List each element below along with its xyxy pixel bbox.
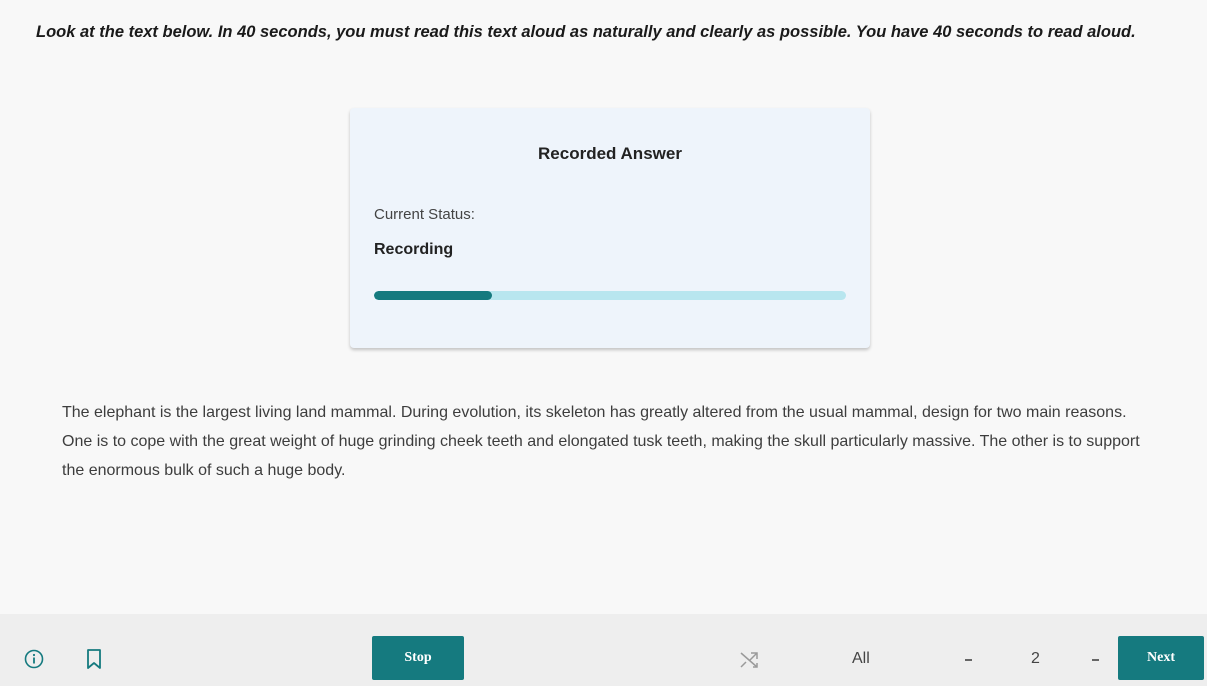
stop-button[interactable]: Stop [372, 636, 464, 680]
status-label: Current Status: [374, 206, 475, 223]
instructions-text: Look at the text below. In 40 seconds, y… [36, 23, 1136, 41]
chevron-down-icon [1092, 659, 1099, 661]
recording-progress-bar [374, 291, 846, 300]
recording-progress-fill [374, 291, 492, 300]
page-select[interactable]: 2 [1031, 650, 1103, 672]
filter-select[interactable]: All [852, 650, 976, 672]
filter-select-value: All [852, 650, 870, 667]
bookmark-icon[interactable] [85, 648, 103, 670]
recorder-title: Recorded Answer [538, 144, 682, 163]
bottom-toolbar: Stop All 2 Next [0, 614, 1207, 686]
reading-passage: The elephant is the largest living land … [62, 404, 1140, 479]
recorder-card: Recorded Answer Current Status: Recordin… [350, 108, 870, 348]
info-icon[interactable] [24, 649, 44, 669]
shuffle-icon[interactable] [738, 650, 760, 670]
page-select-value: 2 [1031, 650, 1040, 667]
chevron-down-icon [965, 659, 972, 661]
status-value: Recording [374, 241, 454, 258]
next-button[interactable]: Next [1118, 636, 1204, 680]
